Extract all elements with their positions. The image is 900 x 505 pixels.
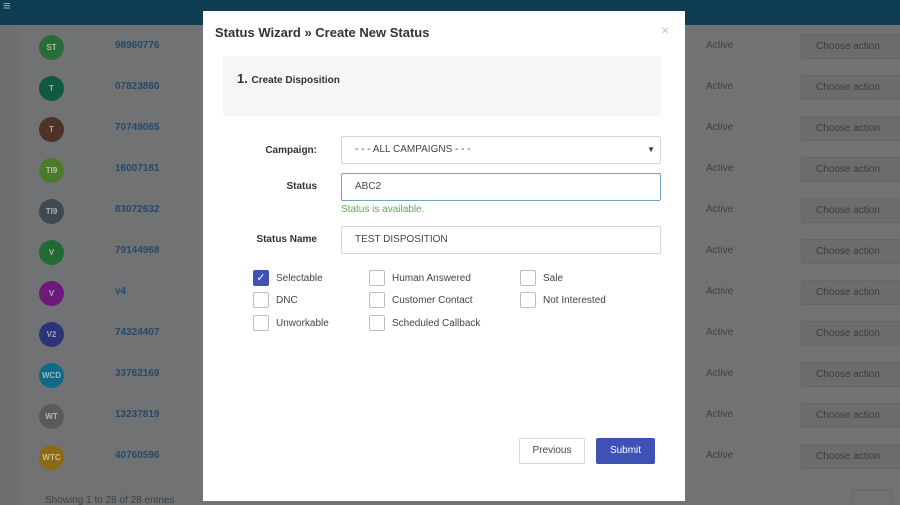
status-badge: Active xyxy=(706,368,734,379)
checkmark-icon: ✓ xyxy=(256,271,266,284)
status-code-link[interactable]: 07823860 xyxy=(115,81,160,92)
close-icon[interactable]: × xyxy=(661,22,669,38)
checkbox-customer-contact[interactable]: Customer Contact xyxy=(369,292,473,308)
choose-action-button[interactable]: Choose action xyxy=(801,362,900,387)
avatar: TI9 xyxy=(39,158,64,183)
checkbox-box[interactable] xyxy=(369,315,385,331)
avatar: WT xyxy=(39,404,64,429)
checkbox-box[interactable] xyxy=(253,292,269,308)
status-name-input[interactable]: TEST DISPOSITION xyxy=(341,226,661,254)
status-badge: Active xyxy=(706,286,734,297)
checkbox-human-answered[interactable]: Human Answered xyxy=(369,270,471,286)
avatar: TI9 xyxy=(39,199,64,224)
status-code-link[interactable]: 16007181 xyxy=(115,163,160,174)
choose-action-button[interactable]: Choose action xyxy=(801,75,900,100)
avatar: WCD xyxy=(39,363,64,388)
choose-action-button[interactable]: Choose action xyxy=(801,239,900,264)
step-label: Create Disposition xyxy=(251,75,340,86)
choose-action-button[interactable]: Choose action xyxy=(801,444,900,469)
checkbox-box[interactable]: ✓ xyxy=(253,270,269,286)
menu-icon[interactable]: ≡ xyxy=(3,0,11,12)
avatar: ST xyxy=(39,35,64,60)
status-code-link[interactable]: 83072632 xyxy=(115,204,160,215)
campaign-label: Campaign: xyxy=(265,145,317,156)
status-input[interactable]: ABC2 xyxy=(341,173,661,201)
status-badge: Active xyxy=(706,163,734,174)
avatar: T xyxy=(39,76,64,101)
status-wizard-modal: Status Wizard » Create New Status × 1. C… xyxy=(203,11,685,501)
checkbox-label: Sale xyxy=(543,272,564,284)
wizard-step-header: 1. Create Disposition xyxy=(223,56,661,116)
checkbox-sale[interactable]: Sale xyxy=(520,270,563,286)
status-name-label: Status Name xyxy=(256,234,317,245)
wizard-step-indicator: 1. Create Disposition xyxy=(237,71,340,86)
checkbox-box[interactable] xyxy=(369,270,385,286)
avatar: V xyxy=(39,240,64,265)
checkbox-scheduled-callback[interactable]: Scheduled Callback xyxy=(369,315,480,331)
status-badge: Active xyxy=(706,409,734,420)
campaign-select[interactable]: - - - ALL CAMPAIGNS - - - ▼ xyxy=(341,136,661,164)
checkbox-box[interactable] xyxy=(520,270,536,286)
step-number: 1. xyxy=(237,71,248,86)
status-code-link[interactable]: 33762169 xyxy=(115,368,160,379)
submit-button[interactable]: Submit xyxy=(596,438,655,464)
checkbox-label: DNC xyxy=(276,294,298,306)
checkbox-box[interactable] xyxy=(369,292,385,308)
chevron-down-icon: ▼ xyxy=(647,145,655,154)
choose-action-button[interactable]: Choose action xyxy=(801,403,900,428)
avatar: V xyxy=(39,281,64,306)
status-badge: Active xyxy=(706,122,734,133)
choose-action-button[interactable]: Choose action xyxy=(801,157,900,182)
checkbox-label: Unworkable xyxy=(276,317,329,329)
choose-action-button[interactable]: Choose action xyxy=(801,34,900,59)
pagination[interactable] xyxy=(852,490,892,505)
campaign-select-value: - - - ALL CAMPAIGNS - - - xyxy=(355,144,471,155)
status-badge: Active xyxy=(706,81,734,92)
status-code-link[interactable]: 40760596 xyxy=(115,450,160,461)
choose-action-button[interactable]: Choose action xyxy=(801,280,900,305)
status-code-link[interactable]: 13237819 xyxy=(115,409,160,420)
status-code-link[interactable]: 70749065 xyxy=(115,122,160,133)
status-badge: Active xyxy=(706,204,734,215)
checkbox-box[interactable] xyxy=(253,315,269,331)
checkbox-unworkable[interactable]: Unworkable xyxy=(253,315,329,331)
avatar: V2 xyxy=(39,322,64,347)
status-code-link[interactable]: 74324407 xyxy=(115,327,160,338)
previous-button[interactable]: Previous xyxy=(519,438,585,464)
status-badge: Active xyxy=(706,327,734,338)
status-badge: Active xyxy=(706,450,734,461)
checkbox-box[interactable] xyxy=(520,292,536,308)
choose-action-button[interactable]: Choose action xyxy=(801,116,900,141)
status-code-link[interactable]: 79144968 xyxy=(115,245,160,256)
status-available-message: Status is available. xyxy=(341,204,425,215)
checkbox-selectable[interactable]: ✓ Selectable xyxy=(253,270,323,286)
table-info-text: Showing 1 to 28 of 28 entries xyxy=(45,495,175,505)
checkbox-label: Customer Contact xyxy=(392,294,473,306)
choose-action-button[interactable]: Choose action xyxy=(801,198,900,223)
modal-title: Status Wizard » Create New Status xyxy=(215,25,430,40)
checkbox-label: Not Interested xyxy=(543,294,606,306)
checkbox-label: Selectable xyxy=(276,272,323,284)
status-label: Status xyxy=(286,181,317,192)
choose-action-button[interactable]: Choose action xyxy=(801,321,900,346)
checkbox-label: Scheduled Callback xyxy=(392,317,481,329)
checkbox-dnc[interactable]: DNC xyxy=(253,292,298,308)
status-code-link[interactable]: 98960776 xyxy=(115,40,160,51)
checkbox-not-interested[interactable]: Not Interested xyxy=(520,292,606,308)
status-badge: Active xyxy=(706,40,734,51)
avatar: T xyxy=(39,117,64,142)
status-badge: Active xyxy=(706,245,734,256)
avatar: WTC xyxy=(39,445,64,470)
status-code-link[interactable]: v4 xyxy=(115,286,126,297)
checkbox-label: Human Answered xyxy=(392,272,471,284)
